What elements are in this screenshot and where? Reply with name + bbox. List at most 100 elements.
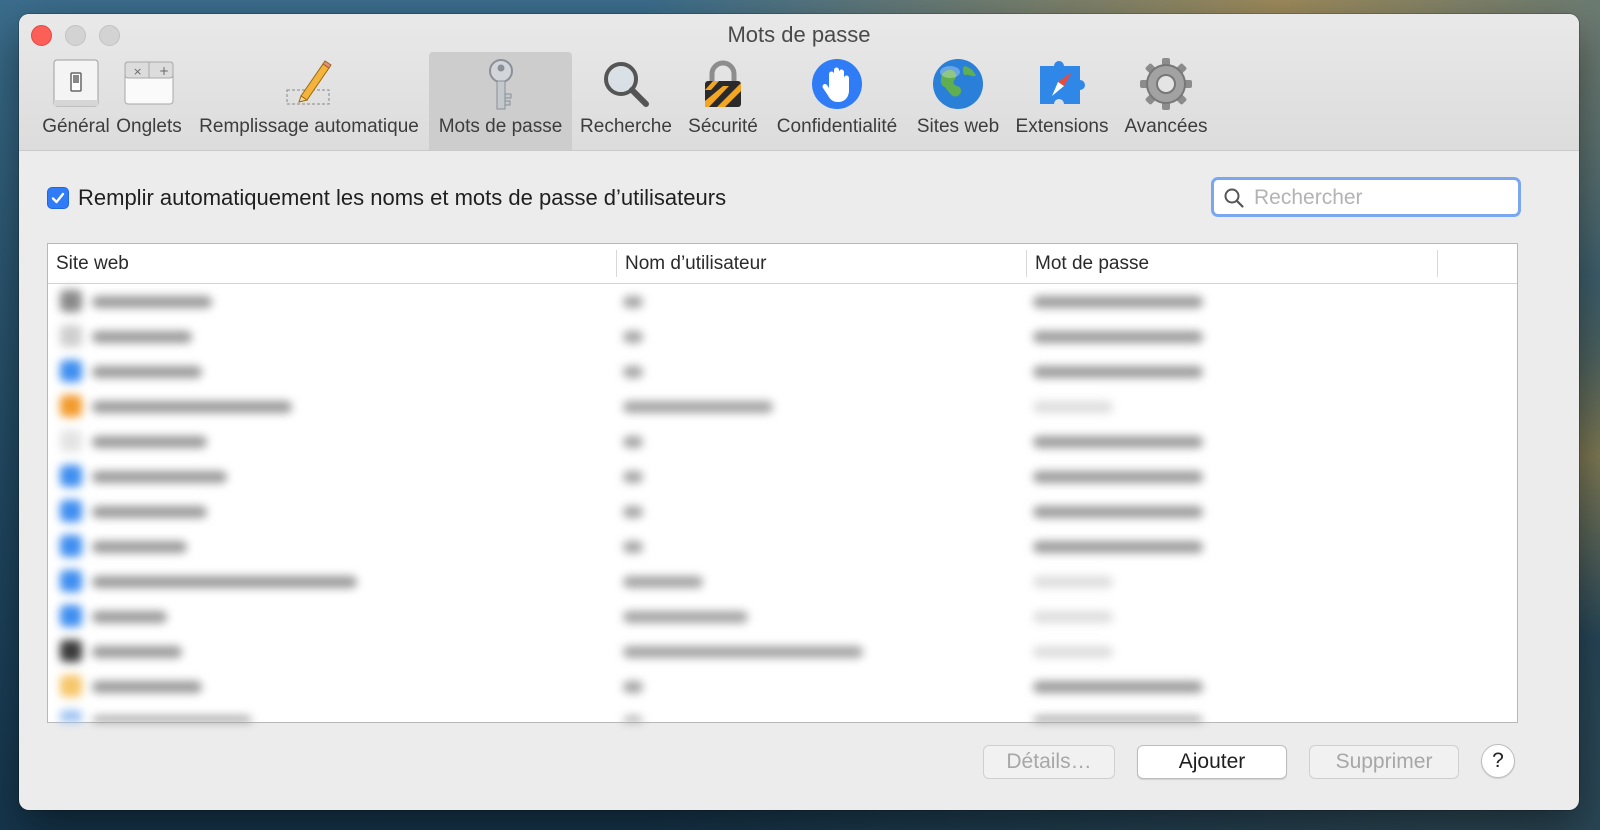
tab-autofill[interactable]: Remplissage automatique [193, 52, 425, 150]
site-favicon [60, 535, 82, 557]
tab-advanced[interactable]: Avancées [1116, 52, 1216, 150]
username-redacted [623, 576, 703, 588]
password-redacted [1033, 471, 1203, 483]
tab-passwords[interactable]: Mots de passe [429, 52, 572, 150]
column-header-username[interactable]: Nom d’utilisateur [617, 244, 1026, 283]
password-redacted [1033, 436, 1203, 448]
remove-button[interactable]: Supprimer [1309, 745, 1459, 779]
table-row[interactable] [48, 599, 1517, 634]
username-redacted [623, 681, 643, 693]
gear-icon [1140, 58, 1192, 110]
site-favicon [60, 360, 82, 382]
column-header-website[interactable]: Site web [48, 244, 616, 283]
tab-security[interactable]: Sécurité [680, 52, 766, 150]
tab-privacy-label: Confidentialité [776, 116, 898, 137]
password-redacted [1033, 681, 1203, 693]
site-favicon [60, 675, 82, 697]
site-name-redacted [92, 296, 212, 308]
autofill-checkbox[interactable] [47, 187, 69, 209]
site-favicon [60, 395, 82, 417]
site-favicon [60, 465, 82, 487]
tabs-icon: × + [124, 61, 174, 105]
add-button[interactable]: Ajouter [1137, 745, 1287, 779]
search-field[interactable] [1211, 177, 1521, 217]
table-row[interactable] [48, 284, 1517, 319]
site-name-redacted [92, 716, 252, 722]
table-row[interactable] [48, 669, 1517, 704]
details-button[interactable]: Détails… [983, 745, 1115, 779]
site-name-redacted [92, 506, 207, 518]
username-redacted [623, 471, 643, 483]
search-icon [1224, 188, 1244, 208]
autofill-label: Remplir automatiquement les noms et mots… [78, 185, 727, 210]
tab-tabs[interactable]: × + Onglets [107, 52, 191, 150]
password-redacted [1033, 541, 1203, 553]
table-row[interactable] [48, 389, 1517, 424]
magnifier-icon [604, 62, 649, 107]
site-name-redacted [92, 366, 202, 378]
username-redacted [623, 401, 773, 413]
username-redacted [623, 646, 863, 658]
site-name-redacted [92, 576, 357, 588]
table-row[interactable] [48, 634, 1517, 669]
table-row[interactable] [48, 704, 1517, 722]
tab-tabs-label: Onglets [116, 116, 182, 137]
password-redacted [1033, 576, 1113, 588]
tab-extensions-label: Extensions [1015, 116, 1109, 137]
tab-security-label: Sécurité [688, 116, 758, 137]
help-button[interactable]: ? [1481, 744, 1515, 778]
username-redacted [623, 716, 643, 722]
site-favicon [60, 570, 82, 592]
padlock-icon [705, 60, 741, 107]
username-redacted [623, 331, 643, 343]
table-row[interactable] [48, 564, 1517, 599]
autofill-option: Remplir automatiquement les noms et mots… [47, 183, 726, 213]
username-redacted [623, 436, 643, 448]
site-name-redacted [92, 646, 182, 658]
password-redacted [1033, 646, 1113, 658]
site-favicon [60, 640, 82, 662]
username-redacted [623, 366, 643, 378]
titlebar: Mots de passe Général × + Onglets Rempli… [19, 14, 1579, 151]
table-row[interactable] [48, 424, 1517, 459]
site-favicon [60, 710, 82, 722]
passwords-pane: Remplir automatiquement les noms et mots… [19, 151, 1579, 810]
table-row[interactable] [48, 459, 1517, 494]
username-redacted [623, 611, 748, 623]
tab-websites[interactable]: Sites web [908, 52, 1008, 150]
checkmark-icon [51, 192, 65, 204]
password-redacted [1033, 366, 1203, 378]
password-redacted [1033, 296, 1203, 308]
preferences-window: Mots de passe Général × + Onglets Rempli… [19, 14, 1579, 810]
table-row[interactable] [48, 529, 1517, 564]
tab-autofill-label: Remplissage automatique [199, 116, 419, 137]
table-row[interactable] [48, 494, 1517, 529]
column-header-password[interactable]: Mot de passe [1027, 244, 1437, 283]
password-redacted [1033, 506, 1203, 518]
table-row[interactable] [48, 354, 1517, 389]
tab-advanced-label: Avancées [1124, 116, 1208, 137]
site-favicon [60, 500, 82, 522]
tab-passwords-label: Mots de passe [438, 116, 563, 137]
tab-extensions[interactable]: Extensions [1012, 52, 1112, 150]
password-redacted [1033, 611, 1113, 623]
column-divider[interactable] [1437, 250, 1438, 277]
site-name-redacted [92, 401, 292, 413]
privacy-hand-icon [812, 59, 862, 109]
password-redacted [1033, 716, 1203, 722]
tab-privacy[interactable]: Confidentialité [770, 52, 904, 150]
search-input[interactable] [1252, 184, 1516, 212]
site-name-redacted [92, 471, 227, 483]
site-name-redacted [92, 331, 192, 343]
table-row[interactable] [48, 319, 1517, 354]
tab-search[interactable]: Recherche [576, 52, 676, 150]
site-name-redacted [92, 611, 167, 623]
site-favicon [60, 430, 82, 452]
general-switch-icon [53, 59, 99, 107]
site-name-redacted [92, 541, 187, 553]
window-title: Mots de passe [727, 22, 871, 47]
password-redacted [1033, 331, 1203, 343]
tab-search-label: Recherche [580, 116, 672, 137]
username-redacted [623, 506, 643, 518]
passwords-table: Site web Nom d’utilisateur Mot de passe [47, 243, 1518, 723]
